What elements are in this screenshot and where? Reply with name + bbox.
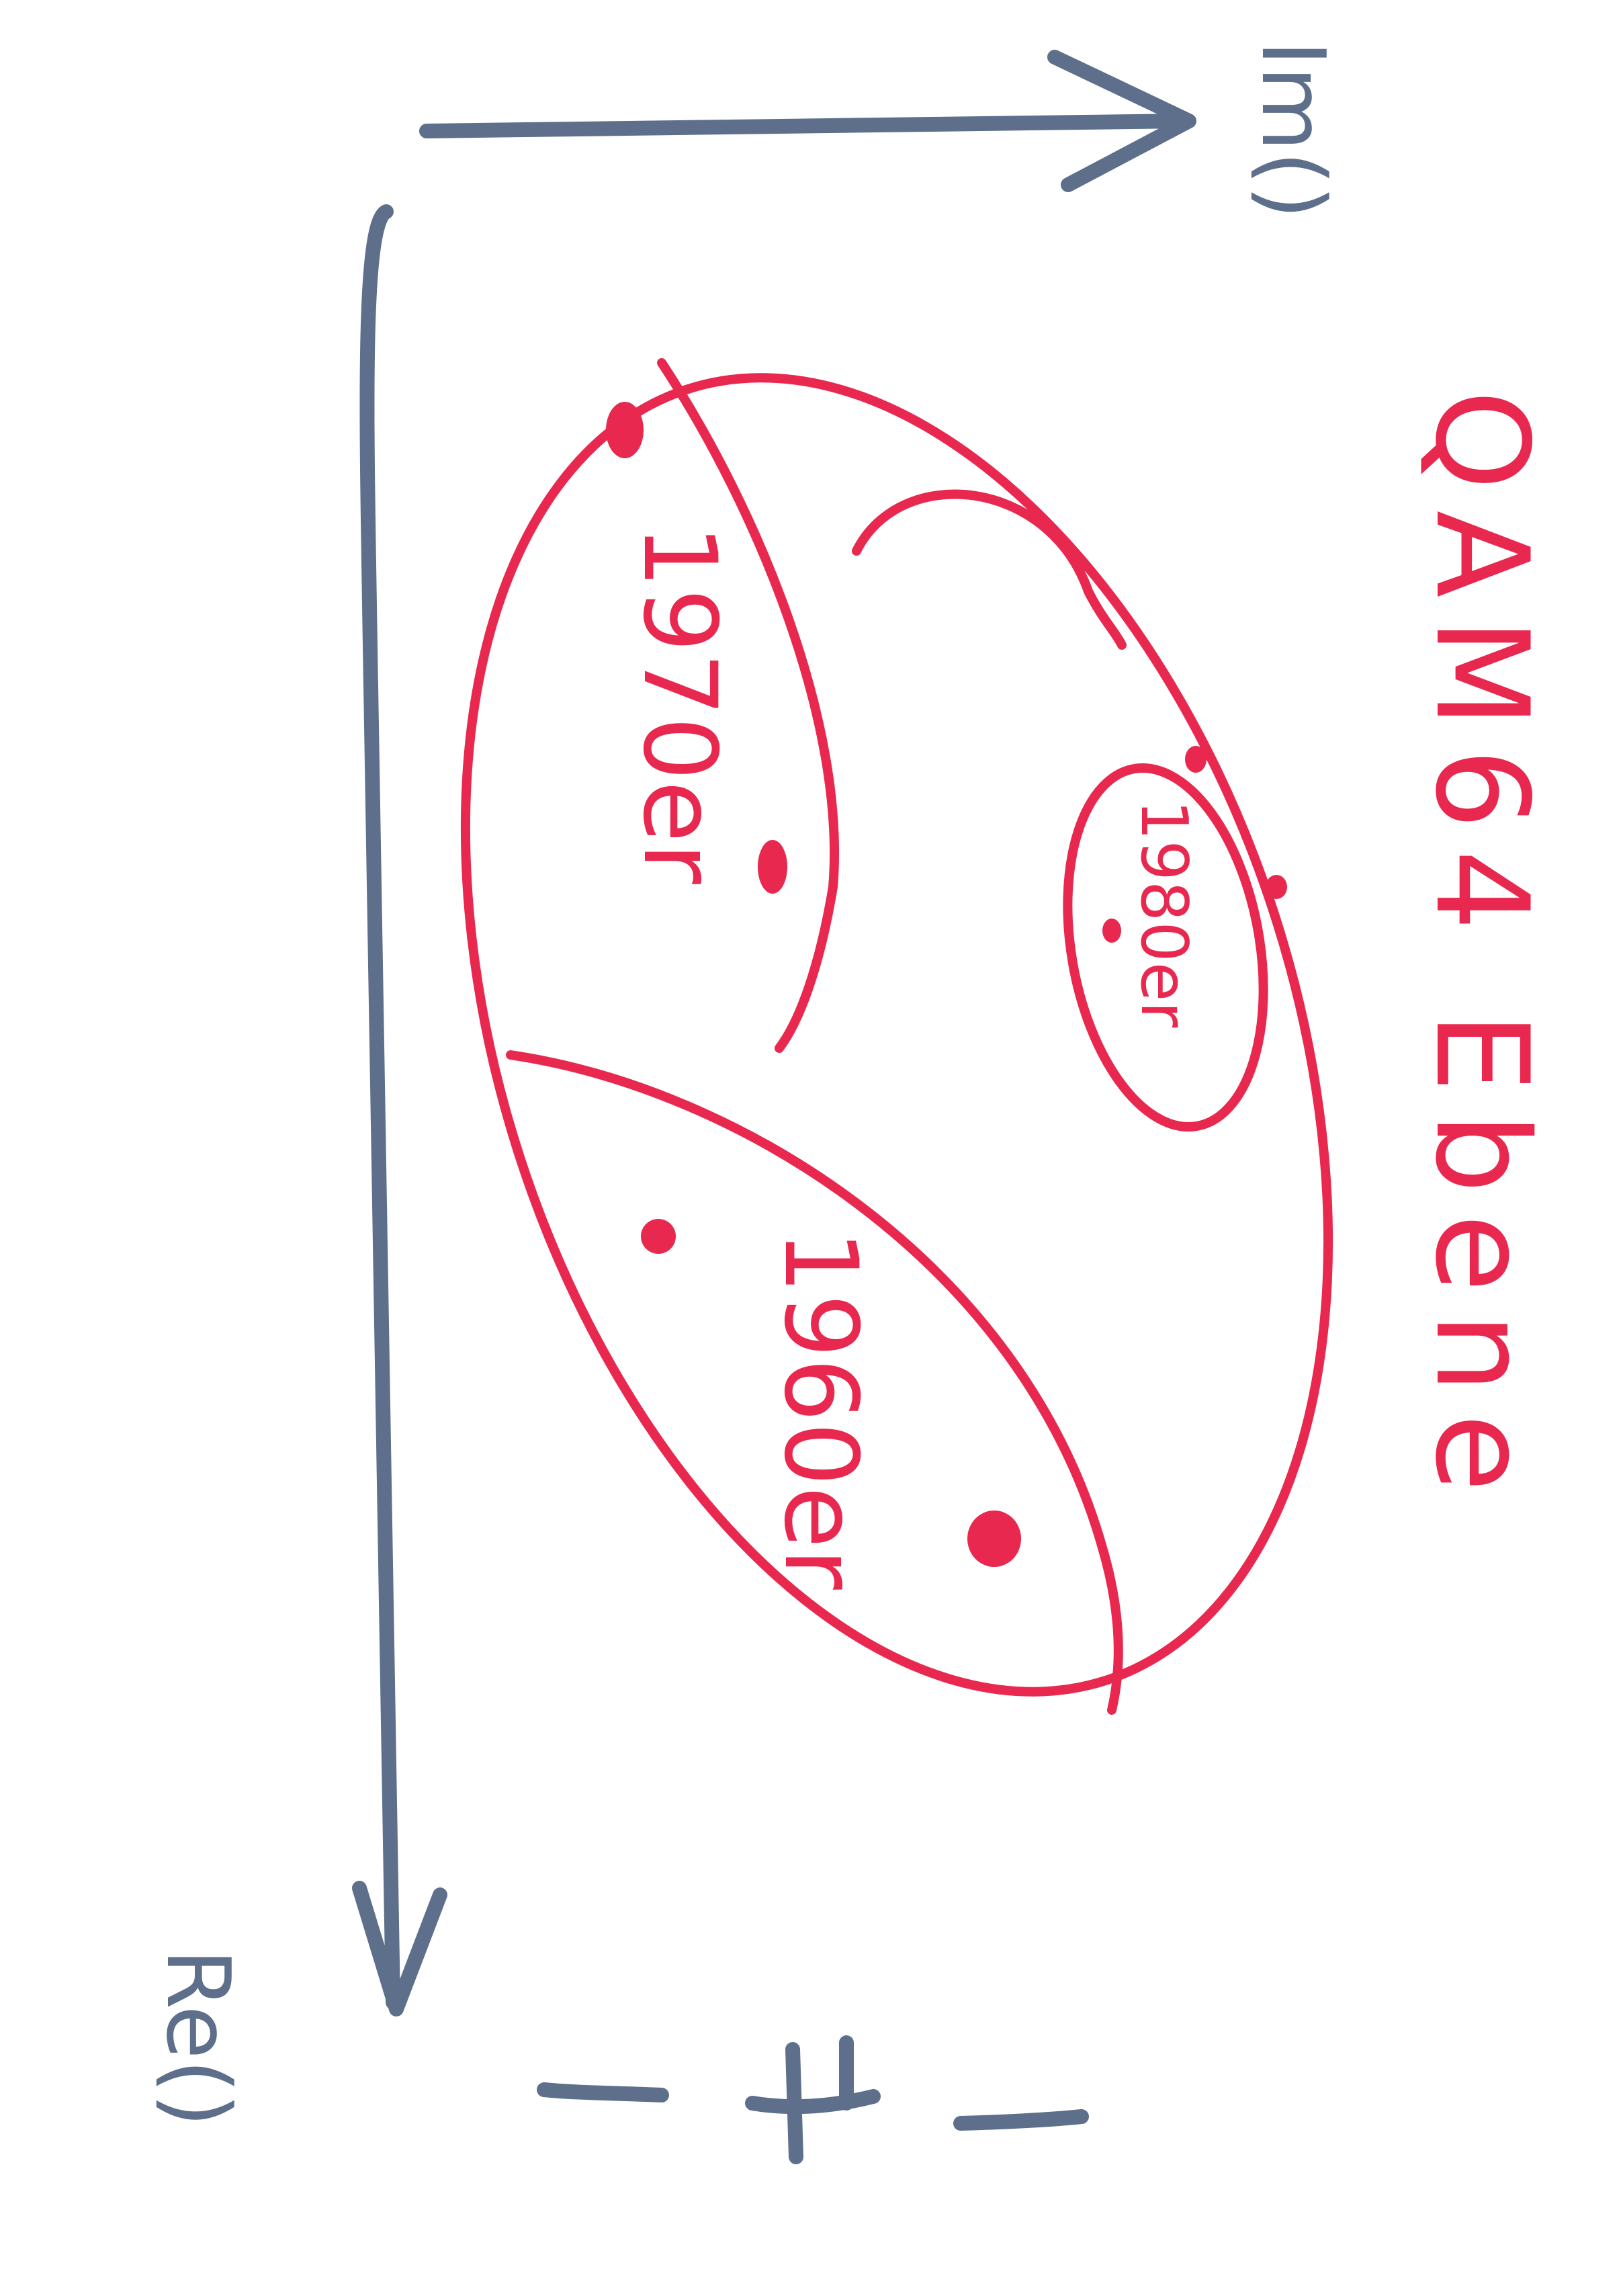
real-axis-label: Re() [147, 1949, 249, 2127]
bottom-region-label-group: 1960er [762, 1230, 879, 1590]
middle-region-boundary [852, 489, 1127, 650]
real-axis-line [359, 204, 400, 2010]
imag-axis-line [419, 114, 1190, 138]
region-label-bottom: 1960er [762, 1230, 879, 1590]
diagram-canvas: QAM64 Ebene Im() Re() 1970er 1980er 1960… [147, 40, 1556, 2184]
title-group: QAM64 Ebene [1407, 390, 1556, 1512]
constellation-point [606, 402, 644, 458]
region-label-top: 1970er [621, 524, 738, 884]
tick-digit-four [745, 2035, 881, 2164]
axes [352, 50, 1196, 2164]
middle-region-label-group: 1980er [1127, 800, 1200, 1028]
imag-axis-label: Im() [1242, 40, 1344, 219]
constellation-point [967, 1511, 1021, 1567]
constellation-point [758, 840, 787, 894]
constellation [460, 358, 1333, 1715]
real-label-group: Re() [147, 1949, 249, 2127]
tick-label-group: 4 [750, 2180, 758, 2184]
outer-ellipse [460, 373, 1333, 1697]
constellation-point [1266, 875, 1287, 899]
tick-mark [953, 2109, 1089, 2131]
tick-mark [537, 2082, 669, 2102]
region-label-middle: 1980er [1127, 800, 1200, 1028]
real-axis-arrowhead [352, 1881, 447, 2016]
constellation-point [1185, 746, 1207, 773]
top-region-label-group: 1970er [621, 524, 738, 884]
diagram-title: QAM64 Ebene [1407, 390, 1556, 1512]
imag-label-group: Im() [1242, 40, 1344, 219]
constellation-point [1102, 919, 1121, 943]
constellation-point [641, 1219, 676, 1254]
tick-label: 4 [750, 2180, 758, 2184]
